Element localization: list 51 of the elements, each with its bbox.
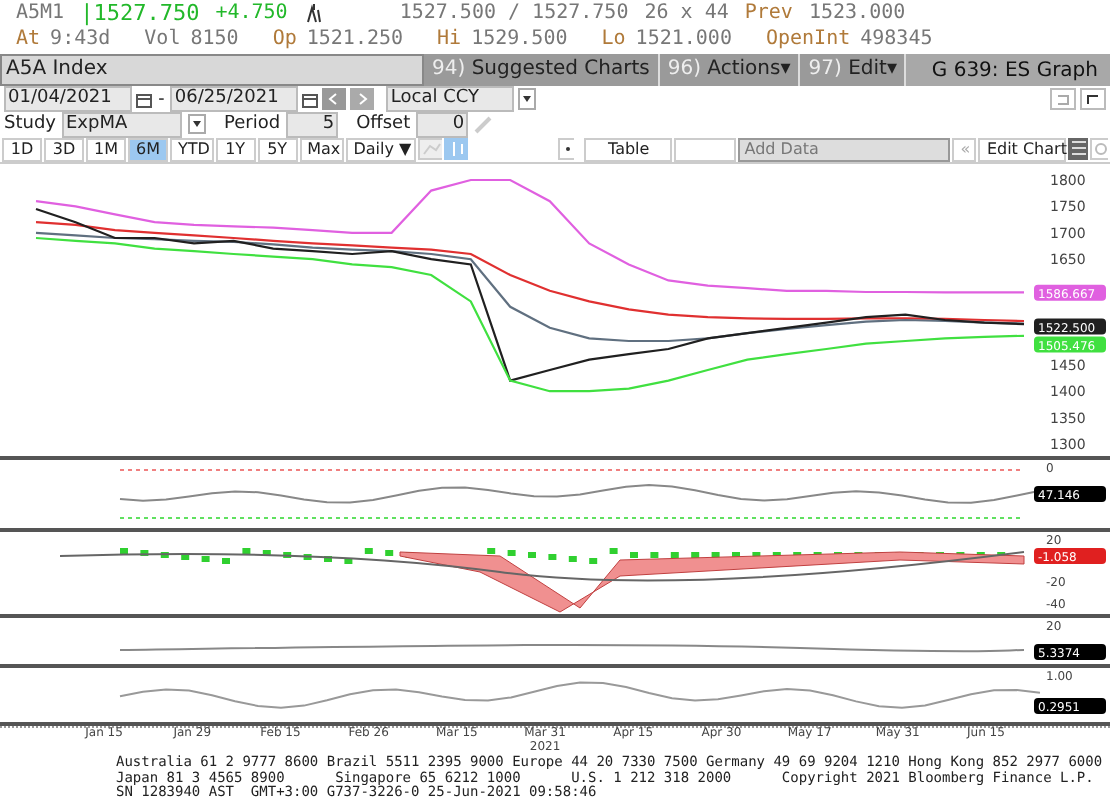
edit-chart-button[interactable]: Edit Chart: [978, 137, 1067, 161]
period-tab[interactable]: Max: [299, 137, 344, 161]
stat-value: 9:43d: [50, 28, 111, 52]
figure-icon[interactable]: [303, 2, 324, 24]
bid-ask-price: 1527.500 / 1527.750: [399, 1, 629, 25]
price-change: +4.750: [215, 1, 288, 25]
offset-field[interactable]: 0: [416, 111, 469, 137]
period-label: Period: [224, 112, 281, 136]
start-date-field[interactable]: 01/04/2021: [4, 86, 132, 112]
period-tab[interactable]: 1Y: [215, 137, 256, 161]
offset-label: Offset: [356, 112, 411, 136]
stat-label: Op: [272, 28, 297, 52]
calendar-icon[interactable]: [136, 91, 152, 107]
menu-button[interactable]: 94) Suggested Charts: [424, 54, 660, 86]
prev-price: 1523.000: [808, 1, 906, 25]
period-field[interactable]: 5: [286, 111, 339, 137]
period-tab[interactable]: 1D: [2, 137, 42, 161]
stat-value: 8150: [190, 28, 239, 52]
stat-label: At: [16, 28, 41, 52]
stat-label: OpenInt: [765, 28, 851, 52]
currency-dropdown[interactable]: Local CCY: [386, 86, 515, 112]
table-button[interactable]: Table: [584, 137, 673, 161]
date-separator: -: [156, 87, 167, 111]
stat-value: 1521.250: [306, 28, 404, 52]
calendar-icon[interactable]: [302, 91, 319, 107]
next-button[interactable]: [350, 88, 375, 110]
function-title: G 639: ES Graph: [931, 59, 1100, 81]
add-data-field[interactable]: Add Data: [738, 137, 951, 161]
ticker-symbol: A5M1: [16, 1, 65, 25]
period-tab[interactable]: 1M: [86, 137, 126, 161]
period-tab[interactable]: 6M: [128, 137, 168, 161]
period-tab[interactable]: 5Y: [257, 137, 298, 161]
last-price: |1527.750: [80, 1, 200, 25]
stat-value: 498345: [860, 28, 933, 52]
study-label: Study: [4, 112, 56, 136]
stat-label: Lo: [601, 28, 626, 52]
stat-label: Hi: [437, 28, 462, 52]
stat-value: 1521.000: [635, 28, 732, 52]
menu-button[interactable]: 96) Actions▾: [659, 54, 801, 86]
period-tab[interactable]: YTD: [170, 137, 214, 161]
study-dropdown[interactable]: ExpMA: [62, 111, 182, 137]
stat-value: 1529.500: [471, 28, 568, 52]
stat-label: Vol: [144, 28, 181, 52]
end-date-field[interactable]: 06/25/2021: [170, 86, 299, 112]
security-field[interactable]: A5A Index: [0, 54, 424, 86]
menu-button[interactable]: 97) Edit▾: [800, 54, 907, 86]
prev-label: Prev: [744, 1, 793, 25]
bid-ask-size: 26 x 44: [644, 1, 729, 25]
frequency-dropdown[interactable]: Daily ▼: [345, 137, 416, 161]
grid-icon[interactable]: [1068, 138, 1088, 160]
period-tab[interactable]: 3D: [44, 137, 84, 161]
